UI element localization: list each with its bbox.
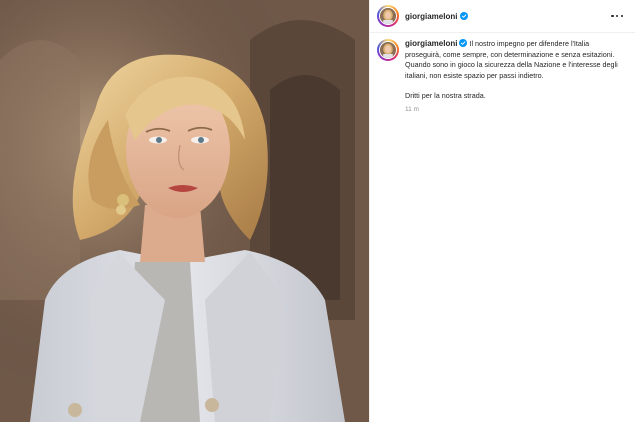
verified-badge-icon — [460, 12, 469, 20]
author-username[interactable]: giorgiameloni — [405, 12, 457, 21]
avatar[interactable] — [379, 7, 397, 25]
avatar[interactable] — [379, 41, 397, 59]
more-horizontal-icon — [611, 14, 614, 18]
more-options-button[interactable] — [609, 10, 625, 22]
caption-comment: giorgiameloni Il nostro impegno per difen… — [370, 33, 635, 115]
portrait-photo — [0, 0, 369, 422]
caption-avatar-ring[interactable] — [377, 39, 399, 61]
post-header: giorgiameloni — [370, 0, 635, 33]
verified-badge-icon — [459, 39, 468, 47]
post-side-panel: giorgiameloni giorgiameloni Il nostro im… — [369, 0, 635, 422]
instagram-post: giorgiameloni giorgiameloni Il nostro im… — [0, 0, 635, 422]
post-timestamp[interactable]: 11 m — [405, 105, 625, 116]
post-photo[interactable] — [0, 0, 369, 422]
caption-paragraph: giorgiameloni Il nostro impegno per difen… — [405, 39, 625, 81]
caption-closing: Dritti per la nostra strada. — [405, 91, 486, 100]
caption-username[interactable]: giorgiameloni — [405, 39, 457, 48]
author-avatar-ring[interactable] — [377, 5, 399, 27]
avatar-image — [380, 42, 396, 58]
avatar-image — [380, 8, 396, 24]
caption-body: giorgiameloni Il nostro impegno per difen… — [405, 39, 625, 115]
